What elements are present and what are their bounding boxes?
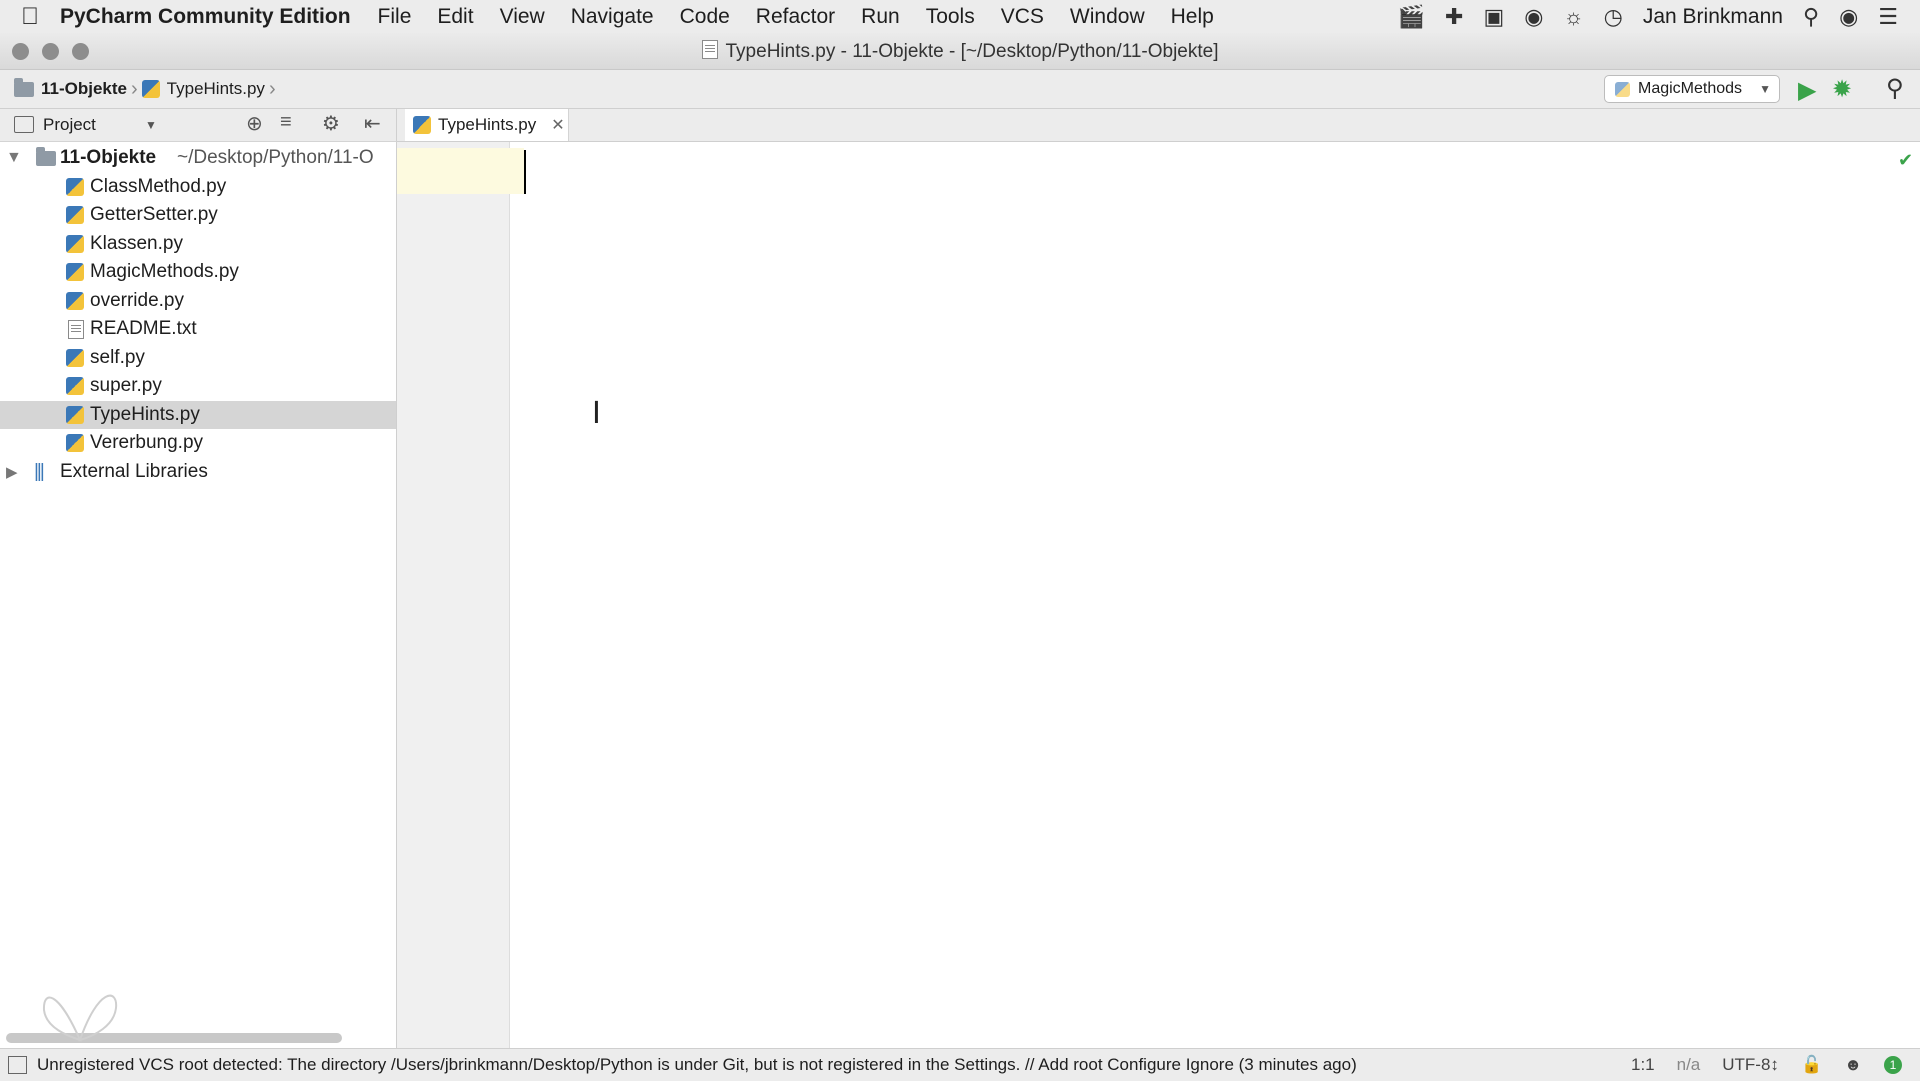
navigation-bar: 11-Objekte › TypeHints.py › MagicMethods… <box>0 70 1920 109</box>
line-separator[interactable]: n/a <box>1677 1055 1701 1075</box>
inspector-hector-icon[interactable]: ☻ <box>1844 1055 1862 1075</box>
project-view-selector[interactable]: Project <box>43 115 96 135</box>
tree-file-item[interactable]: GetterSetter.py <box>0 201 396 229</box>
menu-help[interactable]: Help <box>1158 5 1227 29</box>
expanded-triangle-icon[interactable]: ▼ <box>6 149 22 167</box>
python-file-icon <box>141 80 160 98</box>
python-config-icon <box>1615 81 1630 97</box>
menu-file[interactable]: File <box>365 5 425 29</box>
breadcrumb-file[interactable]: TypeHints.py <box>141 79 265 99</box>
camera-icon[interactable]: ▣ <box>1483 4 1504 30</box>
tree-file-item[interactable]: override.py <box>0 287 396 315</box>
notification-center-icon[interactable]: ☰ <box>1878 4 1898 30</box>
siri-icon[interactable]: ◉ <box>1839 4 1858 30</box>
debug-bug-icon[interactable]: ✹ <box>1832 75 1852 104</box>
menu-refactor[interactable]: Refactor <box>743 5 848 29</box>
tool-windows-toggle-icon[interactable] <box>8 1056 27 1074</box>
menu-view[interactable]: View <box>487 5 558 29</box>
python-file-icon <box>66 292 84 310</box>
caret-position[interactable]: 1:1 <box>1631 1055 1655 1075</box>
plus-badge-icon[interactable]: ✚ <box>1445 4 1463 30</box>
tree-file-item-selected[interactable]: TypeHints.py <box>0 401 396 429</box>
python-file-icon <box>66 349 84 367</box>
folder-icon <box>14 77 34 97</box>
python-file-icon <box>66 263 84 281</box>
vcs-notification-message[interactable]: Unregistered VCS root detected: The dire… <box>37 1055 1357 1075</box>
editor-tab-bar: TypeHints.py ✕ <box>397 109 1920 142</box>
status-bar: Unregistered VCS root detected: The dire… <box>0 1048 1920 1081</box>
tree-file-item[interactable]: super.py <box>0 372 396 400</box>
tree-file-item[interactable]: Klassen.py <box>0 230 396 258</box>
evernote-icon[interactable]: ◉ <box>1524 4 1543 30</box>
run-icon[interactable]: ▶ <box>1798 76 1816 105</box>
tree-root-folder[interactable]: ▼ 11-Objekte ~/Desktop/Python/11-O <box>0 144 396 172</box>
tree-file-item[interactable]: ClassMethod.py <box>0 173 396 201</box>
library-icon: ||| <box>34 461 45 482</box>
window-title: TypeHints.py - 11-Objekte - [~/Desktop/P… <box>0 40 1920 63</box>
time-machine-icon[interactable]: ◷ <box>1604 4 1623 30</box>
file-icon <box>701 40 718 59</box>
gear-icon[interactable]: ⚙ <box>322 111 340 136</box>
inspection-ok-check-icon[interactable]: ✔ <box>1898 150 1913 171</box>
chevron-down-icon: ▼ <box>1759 82 1771 96</box>
chevron-down-icon[interactable]: ▼ <box>145 118 157 132</box>
text-caret <box>524 150 526 194</box>
menu-tools[interactable]: Tools <box>913 5 988 29</box>
python-file-icon <box>66 434 84 452</box>
app-name-menu[interactable]: PyCharm Community Edition <box>60 5 351 29</box>
python-file-icon <box>66 406 84 424</box>
code-editor[interactable] <box>510 142 1920 1048</box>
editor-gutter[interactable] <box>397 142 510 1048</box>
folder-icon <box>36 146 56 166</box>
breadcrumb-separator: › <box>131 77 138 100</box>
menu-vcs[interactable]: VCS <box>988 5 1057 29</box>
menu-navigate[interactable]: Navigate <box>558 5 667 29</box>
apple-menu-icon[interactable]:  <box>0 3 60 31</box>
spotlight-search-icon[interactable]: ⚲ <box>1803 4 1819 30</box>
breadcrumb-separator: › <box>268 77 276 100</box>
tree-external-libraries[interactable]: ▶ ||| External Libraries <box>0 458 396 486</box>
collapse-all-icon[interactable]: ≡ <box>280 111 292 134</box>
tree-file-item[interactable]: Vererbung.py <box>0 429 396 457</box>
project-tree: ▼ 11-Objekte ~/Desktop/Python/11-O Class… <box>0 142 397 1048</box>
menu-code[interactable]: Code <box>667 5 743 29</box>
breadcrumb-project[interactable]: 11-Objekte <box>0 77 127 99</box>
python-file-icon <box>66 235 84 253</box>
python-file-icon <box>66 178 84 196</box>
lock-icon[interactable]: 🔓 <box>1801 1055 1822 1075</box>
butterfly-watermark-icon <box>38 980 122 1051</box>
scroll-from-source-icon[interactable]: ⊕ <box>246 111 263 136</box>
python-file-icon <box>413 116 431 134</box>
menu-window[interactable]: Window <box>1057 5 1158 29</box>
tree-file-item[interactable]: MagicMethods.py <box>0 258 396 286</box>
window-title-bar: TypeHints.py - 11-Objekte - [~/Desktop/P… <box>0 33 1920 70</box>
current-line-highlight <box>397 148 524 194</box>
user-name[interactable]: Jan Brinkmann <box>1643 5 1783 29</box>
file-encoding[interactable]: UTF-8↕ <box>1722 1055 1779 1075</box>
editor-tab-typehints[interactable]: TypeHints.py ✕ <box>405 109 569 141</box>
project-tool-window-header: Project ▼ ⊕ ≡ ⚙ ⇤ <box>0 109 397 142</box>
close-tab-icon[interactable]: ✕ <box>551 115 564 135</box>
run-configuration-selector[interactable]: MagicMethods ▼ <box>1604 75 1780 103</box>
project-view-icon <box>14 116 34 133</box>
macos-menu-bar:  PyCharm Community Edition File Edit Vi… <box>0 0 1920 33</box>
text-file-icon <box>68 319 84 339</box>
search-everywhere-icon[interactable]: ⚲ <box>1886 74 1904 103</box>
tree-file-item[interactable]: README.txt <box>0 315 396 343</box>
event-log-icon[interactable]: 1 <box>1884 1056 1902 1074</box>
screen-recorder-icon[interactable]: 🎬 <box>1398 4 1425 30</box>
chat-bubble-icon[interactable]: ☼ <box>1563 4 1583 30</box>
collapsed-triangle-icon[interactable]: ▶ <box>6 463 18 481</box>
mouse-ibeam-cursor-icon: I <box>592 396 601 431</box>
python-file-icon <box>66 206 84 224</box>
python-file-icon <box>66 377 84 395</box>
tree-file-item[interactable]: self.py <box>0 344 396 372</box>
menu-run[interactable]: Run <box>848 5 913 29</box>
menu-edit[interactable]: Edit <box>424 5 486 29</box>
hide-panel-icon[interactable]: ⇤ <box>364 111 381 136</box>
